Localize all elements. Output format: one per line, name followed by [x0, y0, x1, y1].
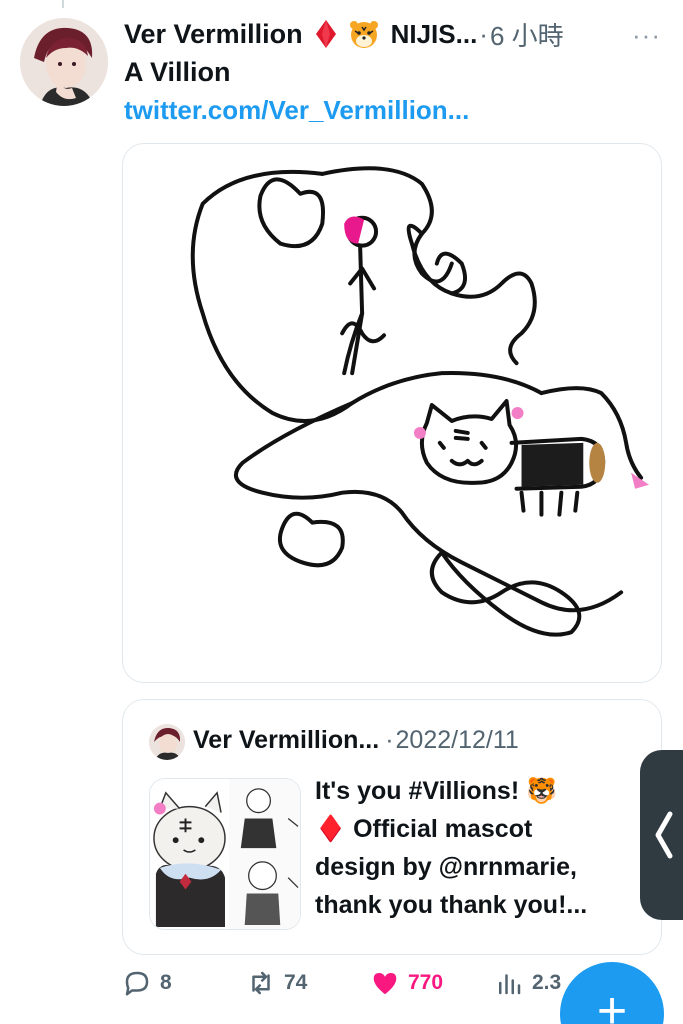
author-name[interactable]: Ver Vermillion [124, 19, 303, 50]
quoted-text-line-3: design by @nrnmarie, [315, 853, 577, 881]
quoted-tweet-text: It's you #Villions! 🐯 ♦️ Official mascot… [315, 772, 655, 924]
tweet-media-image[interactable] [122, 143, 662, 683]
retweet-button[interactable]: 74 [246, 968, 307, 998]
author-affiliation: NIJIS... [390, 18, 478, 49]
like-count: 770 [408, 971, 444, 994]
reply-button[interactable]: 8 [122, 968, 172, 998]
quoted-author-name: Ver Vermillion... [193, 726, 380, 754]
reply-count: 8 [160, 971, 172, 994]
chevron-left-icon [655, 811, 673, 859]
thread-connector-line [62, 0, 64, 8]
quoted-text-line-2: ♦️ Official mascot [315, 815, 533, 843]
tweet-link[interactable]: twitter.com/Ver_Vermillion... [124, 95, 469, 126]
author-avatar[interactable] [20, 18, 108, 106]
doodle-drawing [190, 166, 650, 637]
quoted-tweet-header: Ver Vermillion... · 2022/12/11 [193, 726, 519, 755]
retweet-count: 74 [284, 971, 308, 994]
quoted-tweet-card[interactable]: Ver Vermillion... · 2022/12/11 It's you … [122, 699, 662, 955]
reply-icon [125, 971, 149, 996]
tweet-timestamp[interactable]: 6 小時 [490, 16, 564, 53]
views-button[interactable]: 2.3 [494, 968, 561, 998]
side-panel-handle[interactable] [640, 750, 683, 920]
tweet-header: Ver Vermillion NIJIS... · 6 小時 ··· [124, 14, 665, 54]
views-icon [499, 974, 521, 995]
quoted-author-avatar [149, 724, 185, 760]
diamond-emoji-icon [315, 20, 336, 48]
quoted-media-thumbnail [149, 778, 301, 930]
retweet-icon [252, 971, 270, 995]
quoted-text-line-4: thank you thank you!... [315, 891, 588, 919]
views-count: 2.3 [532, 971, 562, 994]
header-separator: · [479, 18, 488, 49]
quoted-date: 2022/12/11 [395, 726, 519, 754]
quoted-text-line-1: It's you #Villions! 🐯 [315, 777, 558, 805]
heart-icon [373, 973, 397, 995]
tiger-emoji-icon [349, 21, 378, 48]
quoted-separator: · [385, 726, 394, 754]
tweet-text: A Villion [124, 57, 231, 87]
more-options-icon[interactable]: ··· [632, 20, 661, 51]
like-button[interactable]: 770 [370, 968, 443, 998]
